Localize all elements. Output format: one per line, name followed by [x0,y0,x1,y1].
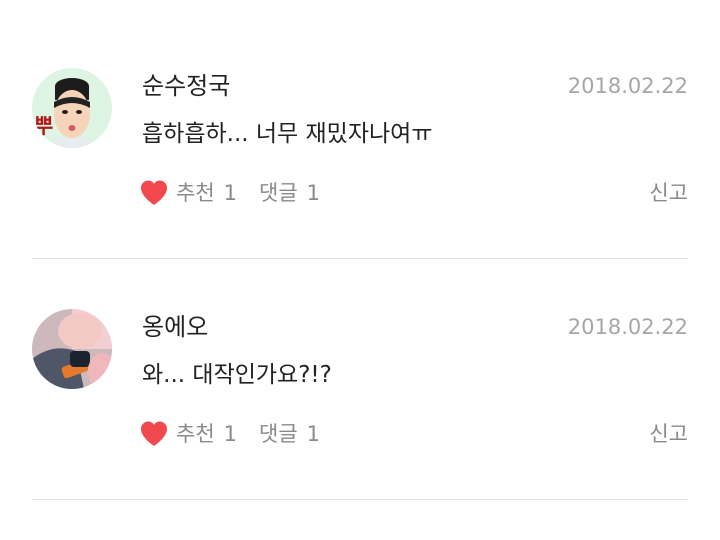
comment-actions: 추천 1 댓글 1 [138,177,320,209]
comment-list: 뿌 순수정국 2018.02.22 흡하흡하... 너무 재밌자나여ㅠ 추천 1… [0,0,720,540]
avatar-image [32,309,112,389]
like-count: 1 [223,422,238,446]
reply-label: 댓글 [259,181,298,205]
avatar-sticker-label: 뿌 [34,114,54,138]
comment-text: 흡하흡하... 너무 재밌자나여ㅠ [142,121,433,147]
comment-author[interactable]: 옹에오 [142,311,208,343]
comment-date: 2018.02.22 [567,315,688,339]
avatar[interactable] [32,309,112,389]
like-count: 1 [223,181,238,205]
divider [32,499,688,500]
reply-button[interactable]: 댓글 1 [259,177,320,209]
heart-icon [141,421,167,446]
comment-author[interactable]: 순수정국 [142,70,230,102]
heart-icon [141,180,167,205]
reply-count: 1 [306,422,321,446]
comment-date: 2018.02.22 [567,74,688,98]
like-label: 추천 [176,422,215,446]
reply-label: 댓글 [259,422,298,446]
report-button[interactable]: 신고 [649,177,688,209]
comment-text: 와... 대작인가요?!? [142,362,332,388]
report-button[interactable]: 신고 [649,418,688,450]
avatar[interactable]: 뿌 [32,68,112,148]
comment-actions: 추천 1 댓글 1 [138,418,320,450]
like-label: 추천 [176,181,215,205]
like-button[interactable]: 추천 1 [138,418,237,450]
comment-item: 옹에오 2018.02.22 와... 대작인가요?!? 추천 1 댓글 1 신… [0,259,720,500]
comment-item: 뿌 순수정국 2018.02.22 흡하흡하... 너무 재밌자나여ㅠ 추천 1… [0,18,720,259]
reply-button[interactable]: 댓글 1 [259,418,320,450]
reply-count: 1 [306,181,321,205]
like-button[interactable]: 추천 1 [138,177,237,209]
